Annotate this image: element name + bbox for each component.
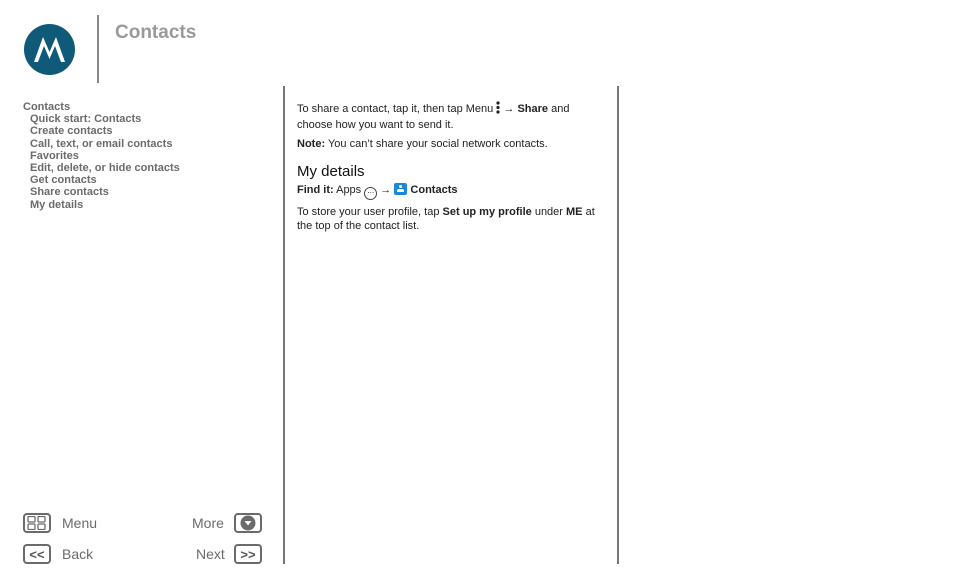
more-button[interactable] bbox=[234, 513, 262, 533]
share-paragraph: To share a contact, tap it, then tap Men… bbox=[297, 101, 570, 131]
more-label[interactable]: More bbox=[192, 515, 224, 531]
page-title: Contacts bbox=[115, 22, 197, 43]
next-button[interactable]: >> bbox=[234, 544, 262, 564]
menu-button[interactable] bbox=[23, 513, 51, 533]
toc-item[interactable]: Call, text, or email contacts bbox=[23, 138, 180, 150]
toc-item[interactable]: Favorites bbox=[23, 150, 180, 162]
toc-item[interactable]: My details bbox=[23, 199, 180, 211]
toc-item[interactable]: Quick start: Contacts bbox=[23, 113, 180, 125]
next-label[interactable]: Next bbox=[196, 546, 225, 562]
toc-heading[interactable]: Contacts bbox=[23, 101, 180, 113]
column-divider bbox=[617, 86, 619, 564]
apps-icon: ⋯ bbox=[364, 187, 378, 200]
arrow-icon: → bbox=[503, 103, 515, 115]
contacts-app-icon bbox=[394, 183, 408, 195]
header-divider bbox=[97, 15, 99, 83]
back-label[interactable]: Back bbox=[62, 546, 93, 562]
section-title: My details bbox=[297, 163, 365, 180]
table-of-contents: Contacts Quick start: Contacts Create co… bbox=[23, 101, 180, 211]
motorola-m-icon bbox=[34, 37, 65, 62]
find-it-line: Find it: Apps ⋯ → Contacts bbox=[297, 183, 607, 200]
chevron-down-icon bbox=[240, 515, 256, 531]
toc-item[interactable]: Share contacts bbox=[23, 186, 180, 198]
toc-item[interactable]: Get contacts bbox=[23, 174, 180, 186]
grid-icon bbox=[27, 516, 46, 530]
note-paragraph: Note: You can’t share your social networ… bbox=[297, 138, 548, 150]
arrow-icon: → bbox=[380, 184, 392, 196]
toc-item[interactable]: Edit, delete, or hide contacts bbox=[23, 162, 180, 174]
back-button[interactable]: << bbox=[23, 544, 51, 564]
motorola-logo bbox=[24, 24, 75, 75]
menu-dots-icon bbox=[496, 101, 500, 118]
main-content: To share a contact, tap it, then tap Men… bbox=[297, 101, 607, 238]
toc-item[interactable]: Create contacts bbox=[23, 125, 180, 137]
profile-paragraph: To store your user profile, tap Set up m… bbox=[297, 206, 595, 232]
column-divider bbox=[283, 86, 285, 564]
menu-label[interactable]: Menu bbox=[62, 515, 97, 531]
